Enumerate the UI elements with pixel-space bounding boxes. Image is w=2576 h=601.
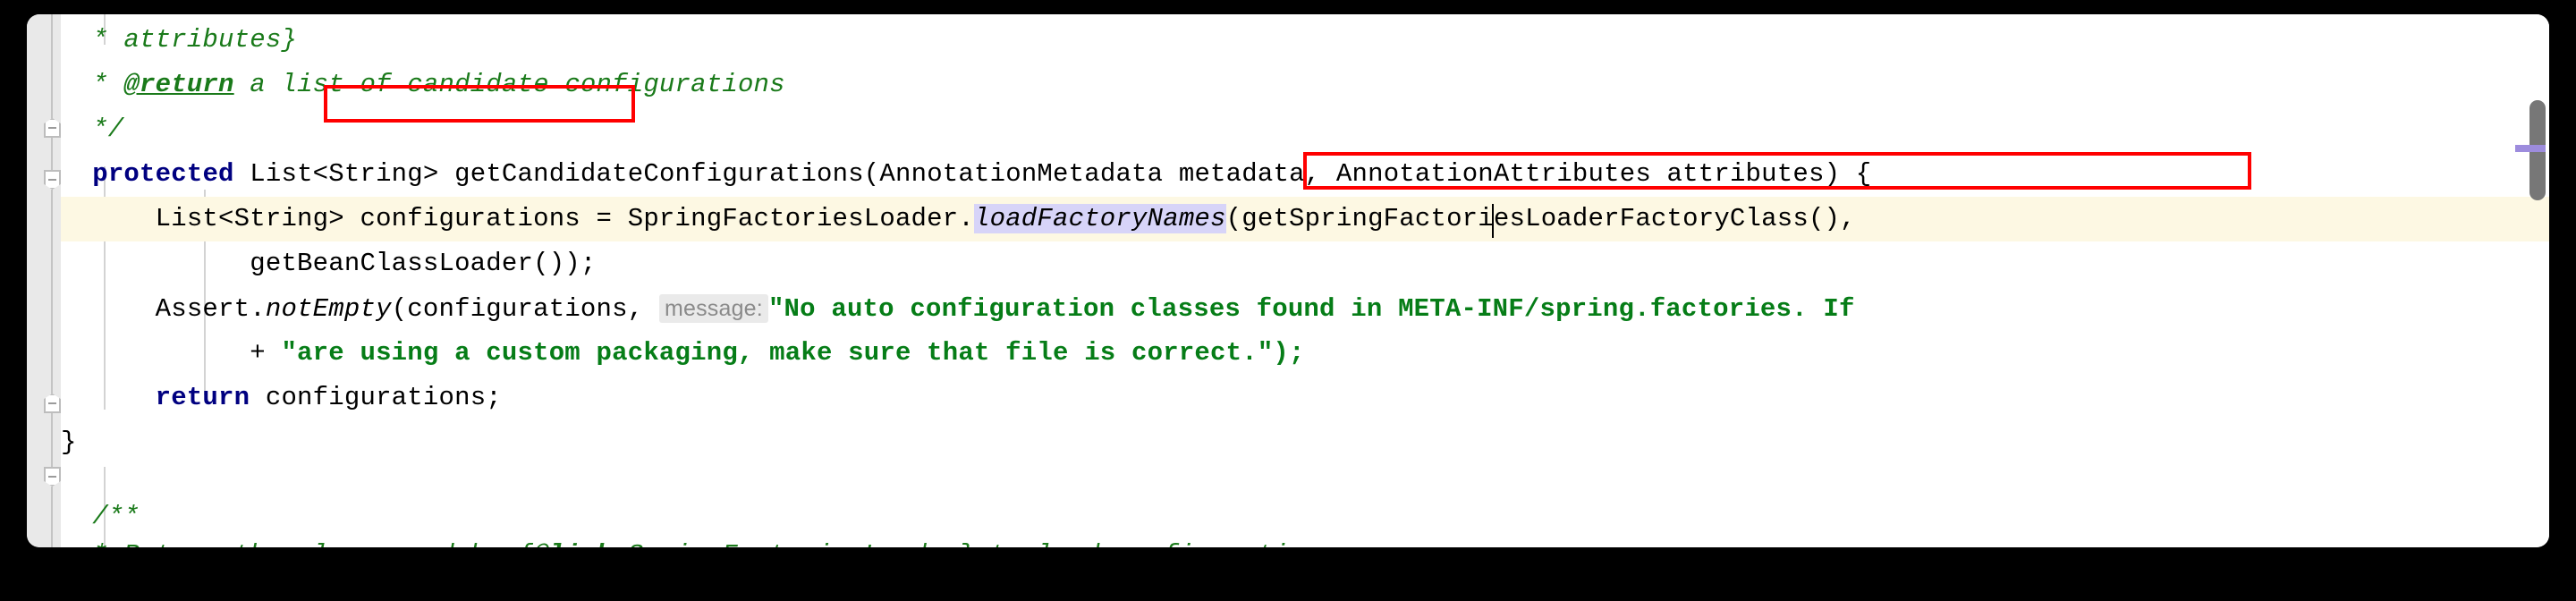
fold-minus-icon xyxy=(48,402,56,404)
assign-expression-prefix: List<String> configurations = SpringFact… xyxy=(155,204,974,233)
return-expression: configurations; xyxy=(250,383,502,412)
vertical-scrollbar[interactable] xyxy=(2515,14,2549,547)
fold-guide-line-top xyxy=(51,14,53,134)
return-tag-prefix: * xyxy=(61,70,124,99)
fold-guide-line-3 xyxy=(51,413,53,476)
line-javadoc-return-class[interactable]: * Return the class used by {@link Spring… xyxy=(61,533,2549,547)
keyword-protected: protected xyxy=(92,159,234,189)
fold-minus-icon xyxy=(48,476,56,478)
line-comment-close[interactable]: */ xyxy=(61,107,2549,152)
line-configurations-assign[interactable]: List<String> configurations = SpringFact… xyxy=(61,197,2549,241)
line-bean-classloader-text: getBeanClassLoader()); xyxy=(61,249,597,278)
fold-marker-method-end[interactable] xyxy=(44,394,61,413)
line-string-continuation[interactable]: + "are using a custom packaging, make su… xyxy=(61,331,2549,376)
javadoc-return-tag: @return xyxy=(123,70,234,99)
fold-marker-method-start[interactable] xyxy=(44,170,61,190)
parameter-hint-message: message: xyxy=(658,294,768,323)
string-continuation-text: "are using a custom packaging, make sure… xyxy=(281,338,1305,368)
fold-guide-line-bottom xyxy=(51,487,53,547)
code-editor-surface[interactable]: * {@link AnnotationAttributes * attribut… xyxy=(27,14,2549,547)
text-caret xyxy=(1492,204,1494,238)
line-attributes[interactable]: * attributes} xyxy=(61,18,2549,63)
message-string-part-2: If xyxy=(1807,294,1855,324)
selected-method-loadFactoryNames[interactable]: loadFactoryNames xyxy=(973,204,1226,233)
changed-lines-marker xyxy=(2515,145,2546,152)
line-return-tag[interactable]: * @return a list of candidate configurat… xyxy=(61,63,2549,107)
fold-marker-javadoc-end[interactable] xyxy=(44,118,61,138)
string-concat-operator: + xyxy=(61,338,282,368)
return-tag-description: a list of candidate configurations xyxy=(233,70,785,99)
code-content-area[interactable]: * {@link AnnotationAttributes * attribut… xyxy=(61,14,2549,547)
fold-minus-icon xyxy=(48,179,56,181)
editor-gutter[interactable] xyxy=(27,14,61,547)
screenshot-root: * {@link AnnotationAttributes * attribut… xyxy=(0,0,2576,601)
line-close-brace[interactable]: } xyxy=(61,420,2549,465)
javadoc-link-tag: @link xyxy=(533,540,612,547)
line-bean-classloader[interactable]: getBeanClassLoader()); xyxy=(61,241,2549,286)
method-name-getCandidateConfigurations[interactable]: getCandidateConfigurations xyxy=(454,159,864,189)
fold-marker-next-javadoc[interactable] xyxy=(44,467,61,487)
fold-guide-line-2 xyxy=(51,190,53,397)
line-method-signature[interactable]: protected List<String> getCandidateConfi… xyxy=(61,152,2549,197)
line-comment-close-text: */ xyxy=(61,114,124,144)
method-return-type: List<String> xyxy=(233,159,455,189)
line-attributes-text: * attributes} xyxy=(61,25,298,55)
keyword-return: return xyxy=(155,383,250,412)
assert-receiver: Assert. xyxy=(155,294,266,324)
assign-expression-suffix: (getSpringFactoriesLoaderFactoryClass(), xyxy=(1225,204,1856,233)
method-parameter-list: (AnnotationMetadata metadata, Annotation… xyxy=(863,159,1872,189)
fold-minus-icon xyxy=(48,127,56,129)
message-string-part-1: "No auto configuration classes found in xyxy=(767,294,1399,324)
assert-arguments-open: (configurations, xyxy=(391,294,659,324)
line-close-brace-text: } xyxy=(61,427,77,457)
assert-static-method-notEmpty[interactable]: notEmpty xyxy=(266,294,392,324)
line-javadoc-open-text: /** xyxy=(61,502,140,531)
javadoc-link-prefix: * Return the class used by { xyxy=(61,540,533,547)
javadoc-link-rest: SpringFactoriesLoader} to load configura… xyxy=(612,540,1320,547)
line-assert-notempty[interactable]: Assert.notEmpty(configurations, message:… xyxy=(61,286,2549,331)
line-return-configurations[interactable]: return configurations; xyxy=(61,376,2549,420)
message-string-spring-factories-path: META-INF/spring.factories. xyxy=(1398,294,1808,324)
